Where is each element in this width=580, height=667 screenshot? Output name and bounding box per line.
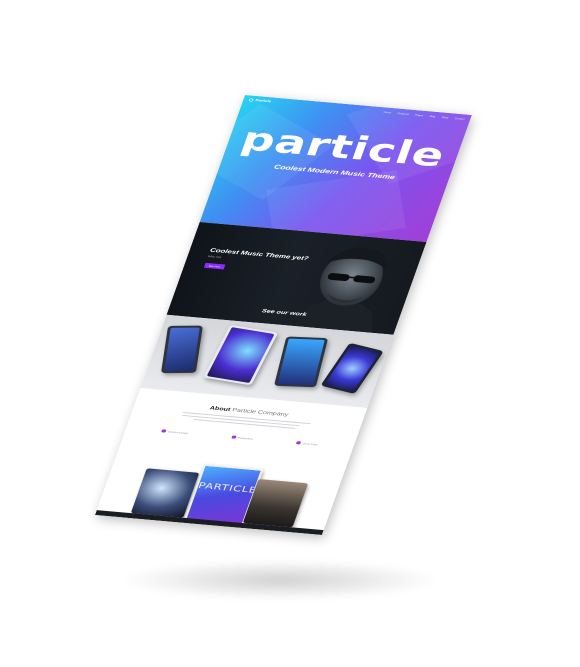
mockup-stage: Particle Home Features Pages Blog Shop C… (0, 0, 580, 667)
feature-list: Creative Design Responsive Clean Code (161, 429, 318, 446)
floor-shadow (120, 560, 440, 600)
feature-item: Clean Code (295, 441, 319, 446)
gallery-device-4[interactable] (320, 342, 384, 395)
nav-item-contact[interactable]: Contact (454, 117, 465, 120)
feature-label: Responsive (237, 436, 254, 440)
website-mockup-page: Particle Home Features Pages Blog Shop C… (95, 95, 472, 536)
logo-icon (248, 98, 254, 102)
device-screen (277, 338, 325, 386)
feature-item: Creative Design (161, 429, 189, 434)
gallery-device-1[interactable] (160, 325, 203, 374)
nav-item-pages[interactable]: Pages (415, 113, 424, 116)
gallery-device-3[interactable] (273, 336, 329, 388)
feature-icon (161, 429, 167, 433)
device-screen (206, 327, 275, 384)
feature-icon (231, 435, 237, 439)
hero-section: Particle Home Features Pages Blog Shop C… (199, 95, 472, 242)
about-heading-strong: About (208, 405, 232, 413)
promo-title: Coolest Music Theme yet? (209, 247, 310, 262)
feature-icon (295, 441, 302, 445)
tablet-title: PARTICLE (196, 480, 259, 495)
feature-label: Clean Code (302, 441, 319, 446)
device-screen (164, 327, 200, 372)
nav-item-blog[interactable]: Blog (429, 115, 436, 118)
nav-item-home[interactable]: Home (383, 111, 391, 114)
feature-label: Creative Design (167, 430, 189, 435)
site-logo[interactable]: Particle (248, 98, 272, 104)
gallery-device-2[interactable] (202, 324, 279, 386)
nav-item-shop[interactable]: Shop (441, 116, 448, 119)
promo-subtitle: Why not (207, 254, 222, 260)
nav-item-features[interactable]: Features (397, 112, 409, 115)
buy-now-button[interactable]: Buy Now (203, 262, 226, 270)
logo-text: Particle (254, 98, 272, 104)
feature-item: Responsive (231, 435, 253, 440)
device-screen (324, 345, 380, 392)
